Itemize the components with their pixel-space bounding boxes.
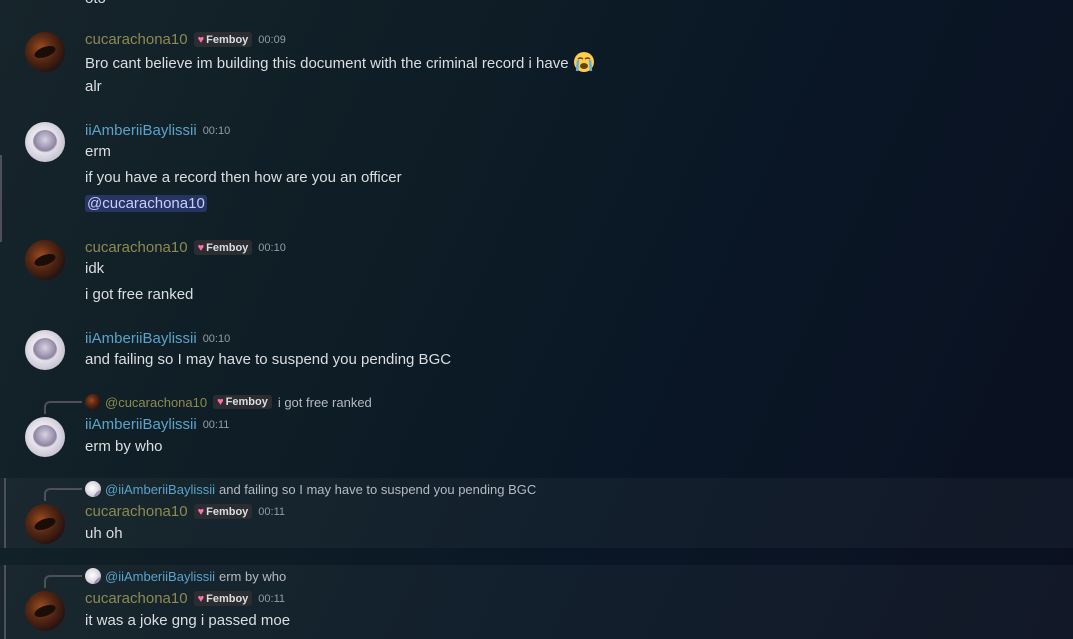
message-line: @cucarachona10	[85, 195, 207, 212]
role-badge[interactable]: ♥ Femboy	[193, 591, 253, 606]
role-badge[interactable]: ♥ Femboy	[193, 504, 253, 519]
message-line: Bro cant believe im building this docume…	[85, 51, 595, 73]
loudly-crying-face-icon	[573, 52, 594, 72]
message-header: iiAmberiiBaylissii 00:10	[85, 122, 230, 139]
reply-username[interactable]: @iiAmberiiBaylissii	[105, 482, 215, 497]
message-header: cucarachona10 ♥ Femboy 00:11	[85, 503, 285, 520]
username[interactable]: iiAmberiiBaylissii	[85, 330, 197, 347]
timestamp: 00:10	[202, 124, 231, 137]
message-line: alr	[85, 78, 102, 95]
message-header: cucarachona10 ♥ Femboy 00:09	[85, 31, 286, 48]
message-group: iiAmberiiBaylissii 00:10 and failing so …	[0, 327, 1073, 373]
username[interactable]: cucarachona10	[85, 239, 188, 256]
heart-icon: ♥	[197, 505, 205, 518]
reply-spine	[44, 401, 82, 414]
avatar[interactable]	[25, 240, 65, 280]
chat-message-list: oto cucarachona10 ♥Femboy 00:09 Bro cant…	[0, 0, 1073, 639]
role-badge[interactable]: ♥ Femboy	[193, 240, 253, 255]
message-line: if you have a record then how are you an…	[85, 169, 402, 186]
reply-spine	[44, 575, 82, 588]
message-line: uh oh	[85, 525, 123, 542]
avatar[interactable]	[25, 122, 65, 162]
timestamp: 00:10	[258, 241, 286, 254]
timestamp: 00:10	[202, 332, 231, 345]
reply-preview[interactable]: i got free ranked	[278, 395, 372, 410]
reply-preview[interactable]: erm by who	[219, 569, 286, 584]
reply-spine	[44, 488, 82, 501]
reply-username[interactable]: @iiAmberiiBaylissii	[105, 569, 215, 584]
message-group: cucarachona10 ♥ Femboy 00:09 Bro cant bel…	[0, 28, 1073, 100]
reply-reference[interactable]: @iiAmberiiBaylissii and failing so I may…	[85, 481, 536, 497]
username[interactable]: cucarachona10	[85, 503, 188, 520]
heart-icon: ♥	[197, 592, 205, 605]
timestamp: 00:11	[202, 418, 230, 431]
message-group: @iiAmberiiBaylissii and failing so I may…	[0, 478, 1073, 548]
avatar[interactable]	[25, 330, 65, 370]
reply-reference[interactable]: @cucarachona10 ♥ Femboy i got free ranked	[85, 394, 372, 410]
role-badge: ♥ Femboy	[213, 395, 272, 409]
message-header: iiAmberiiBaylissii 00:11	[85, 416, 229, 433]
message-group: @cucarachona10 ♥ Femboy i got free ranked…	[0, 391, 1073, 471]
avatar	[85, 568, 101, 584]
avatar[interactable]	[25, 591, 65, 631]
username[interactable]: iiAmberiiBaylissii	[85, 122, 197, 139]
avatar[interactable]	[25, 504, 65, 544]
avatar[interactable]	[25, 32, 65, 72]
message-header: iiAmberiiBaylissii 00:10	[85, 330, 230, 347]
message-header: cucarachona10 ♥ Femboy 00:11	[85, 590, 285, 607]
message-group: iiAmberiiBaylissii 00:10 erm if you have…	[0, 119, 1073, 219]
heart-icon: ♥	[197, 33, 205, 46]
avatar	[85, 481, 101, 497]
message-header: cucarachona10 ♥ Femboy 00:10	[85, 239, 286, 256]
user-mention[interactable]: @cucarachona10	[85, 195, 207, 212]
message-group: cucarachona10 ♥ Femboy 00:10 idk i got fr…	[0, 236, 1073, 308]
reply-reference[interactable]: @iiAmberiiBaylissii erm by who	[85, 568, 286, 584]
heart-icon: ♥	[217, 396, 224, 408]
message-line: it was a joke gng i passed moe	[85, 612, 291, 629]
heart-icon: ♥	[197, 241, 205, 254]
message-line: erm by who	[85, 438, 163, 455]
username[interactable]: cucarachona10	[85, 31, 188, 48]
timestamp: 00:09	[258, 33, 286, 46]
message-line: i got free ranked	[85, 286, 194, 303]
timestamp: 00:11	[258, 592, 286, 605]
message-line: and failing so I may have to suspend you…	[85, 351, 452, 368]
message-line: erm	[85, 143, 111, 160]
message-line: idk	[85, 260, 105, 277]
avatar[interactable]	[25, 417, 65, 457]
role-badge[interactable]: ♥ Femboy	[193, 32, 253, 47]
reply-username[interactable]: @cucarachona10	[105, 395, 207, 410]
message-group: @iiAmberiiBaylissii erm by who cucaracho…	[0, 565, 1073, 639]
reply-preview[interactable]: and failing so I may have to suspend you…	[219, 482, 536, 497]
timestamp: 00:11	[258, 505, 286, 518]
avatar	[85, 394, 101, 410]
username[interactable]: iiAmberiiBaylissii	[85, 416, 197, 433]
message-line: oto	[85, 0, 106, 7]
username[interactable]: cucarachona10	[85, 590, 188, 607]
